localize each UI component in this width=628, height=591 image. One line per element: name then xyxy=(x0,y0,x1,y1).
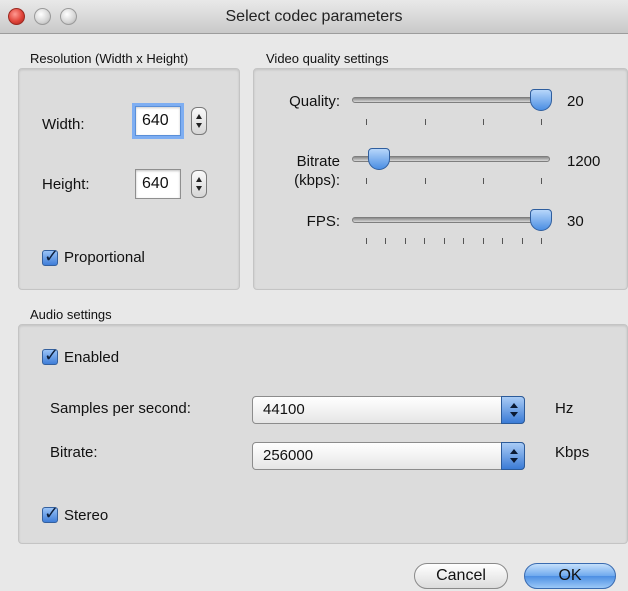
select-arrows-icon xyxy=(501,442,525,470)
proportional-checkbox[interactable]: ✓ xyxy=(42,246,59,266)
video-group-label: Video quality settings xyxy=(266,51,389,66)
audio-enabled-label: Enabled xyxy=(64,349,120,366)
fps-tick xyxy=(385,238,386,244)
cancel-button[interactable]: Cancel xyxy=(414,563,508,589)
video-bitrate-tick xyxy=(541,178,542,184)
proportional-label: Proportional xyxy=(64,249,145,266)
video-bitrate-value: 1200 xyxy=(567,153,601,170)
quality-tick xyxy=(366,119,367,125)
fps-tick xyxy=(541,238,542,244)
video-bitrate-unit-label: (kbps): xyxy=(294,172,340,189)
fps-label: FPS: xyxy=(306,213,340,230)
fps-tick xyxy=(444,238,445,244)
height-label: Height: xyxy=(42,176,90,193)
checkmark-icon: ✓ xyxy=(44,246,60,266)
video-bitrate-tick xyxy=(483,178,484,184)
fps-tick xyxy=(424,238,425,244)
window-titlebar: Select codec parameters xyxy=(0,0,628,34)
select-arrows-icon xyxy=(501,396,525,424)
ok-button[interactable]: OK xyxy=(524,563,616,589)
checkmark-icon: ✓ xyxy=(44,503,60,523)
audio-enabled-checkbox[interactable]: ✓ xyxy=(42,345,59,365)
quality-tick xyxy=(483,119,484,125)
audio-group-label: Audio settings xyxy=(30,307,112,322)
fps-tick xyxy=(405,238,406,244)
video-bitrate-slider-thumb[interactable] xyxy=(368,148,390,170)
quality-label: Quality: xyxy=(289,93,340,110)
width-stepper[interactable] xyxy=(191,107,207,135)
quality-slider-track[interactable] xyxy=(352,97,550,103)
quality-tick xyxy=(541,119,542,125)
quality-slider-thumb[interactable] xyxy=(530,89,552,111)
fps-slider-track[interactable] xyxy=(352,217,550,223)
width-label: Width: xyxy=(42,116,85,133)
samples-per-second-value: 44100 xyxy=(263,401,305,418)
checkmark-icon: ✓ xyxy=(44,345,60,365)
samples-per-second-select[interactable]: 44100 xyxy=(252,396,525,424)
video-bitrate-tick xyxy=(425,178,426,184)
fps-slider-thumb[interactable] xyxy=(530,209,552,231)
quality-tick xyxy=(425,119,426,125)
audio-bitrate-value: 256000 xyxy=(263,447,314,464)
fps-tick xyxy=(502,238,503,244)
stereo-checkbox[interactable]: ✓ xyxy=(42,503,59,523)
stereo-label: Stereo xyxy=(64,507,109,524)
fps-tick xyxy=(366,238,367,244)
audio-bitrate-unit-label: Kbps xyxy=(555,444,590,461)
samples-per-second-label: Samples per second: xyxy=(50,400,191,417)
fps-value: 30 xyxy=(567,213,584,230)
fps-tick xyxy=(483,238,484,244)
video-bitrate-label: Bitrate xyxy=(296,153,340,170)
quality-value: 20 xyxy=(567,93,584,110)
window-title: Select codec parameters xyxy=(225,8,403,25)
video-bitrate-tick xyxy=(366,178,367,184)
fps-tick xyxy=(463,238,464,244)
audio-bitrate-select[interactable]: 256000 xyxy=(252,442,525,470)
resolution-group-label: Resolution (Width x Height) xyxy=(30,51,189,66)
audio-bitrate-label: Bitrate: xyxy=(50,444,98,461)
height-field[interactable]: 640 xyxy=(135,169,181,199)
width-field[interactable]: 640 xyxy=(135,106,181,136)
fps-tick xyxy=(522,238,523,244)
samples-unit-label: Hz xyxy=(555,400,574,417)
height-stepper[interactable] xyxy=(191,170,207,198)
